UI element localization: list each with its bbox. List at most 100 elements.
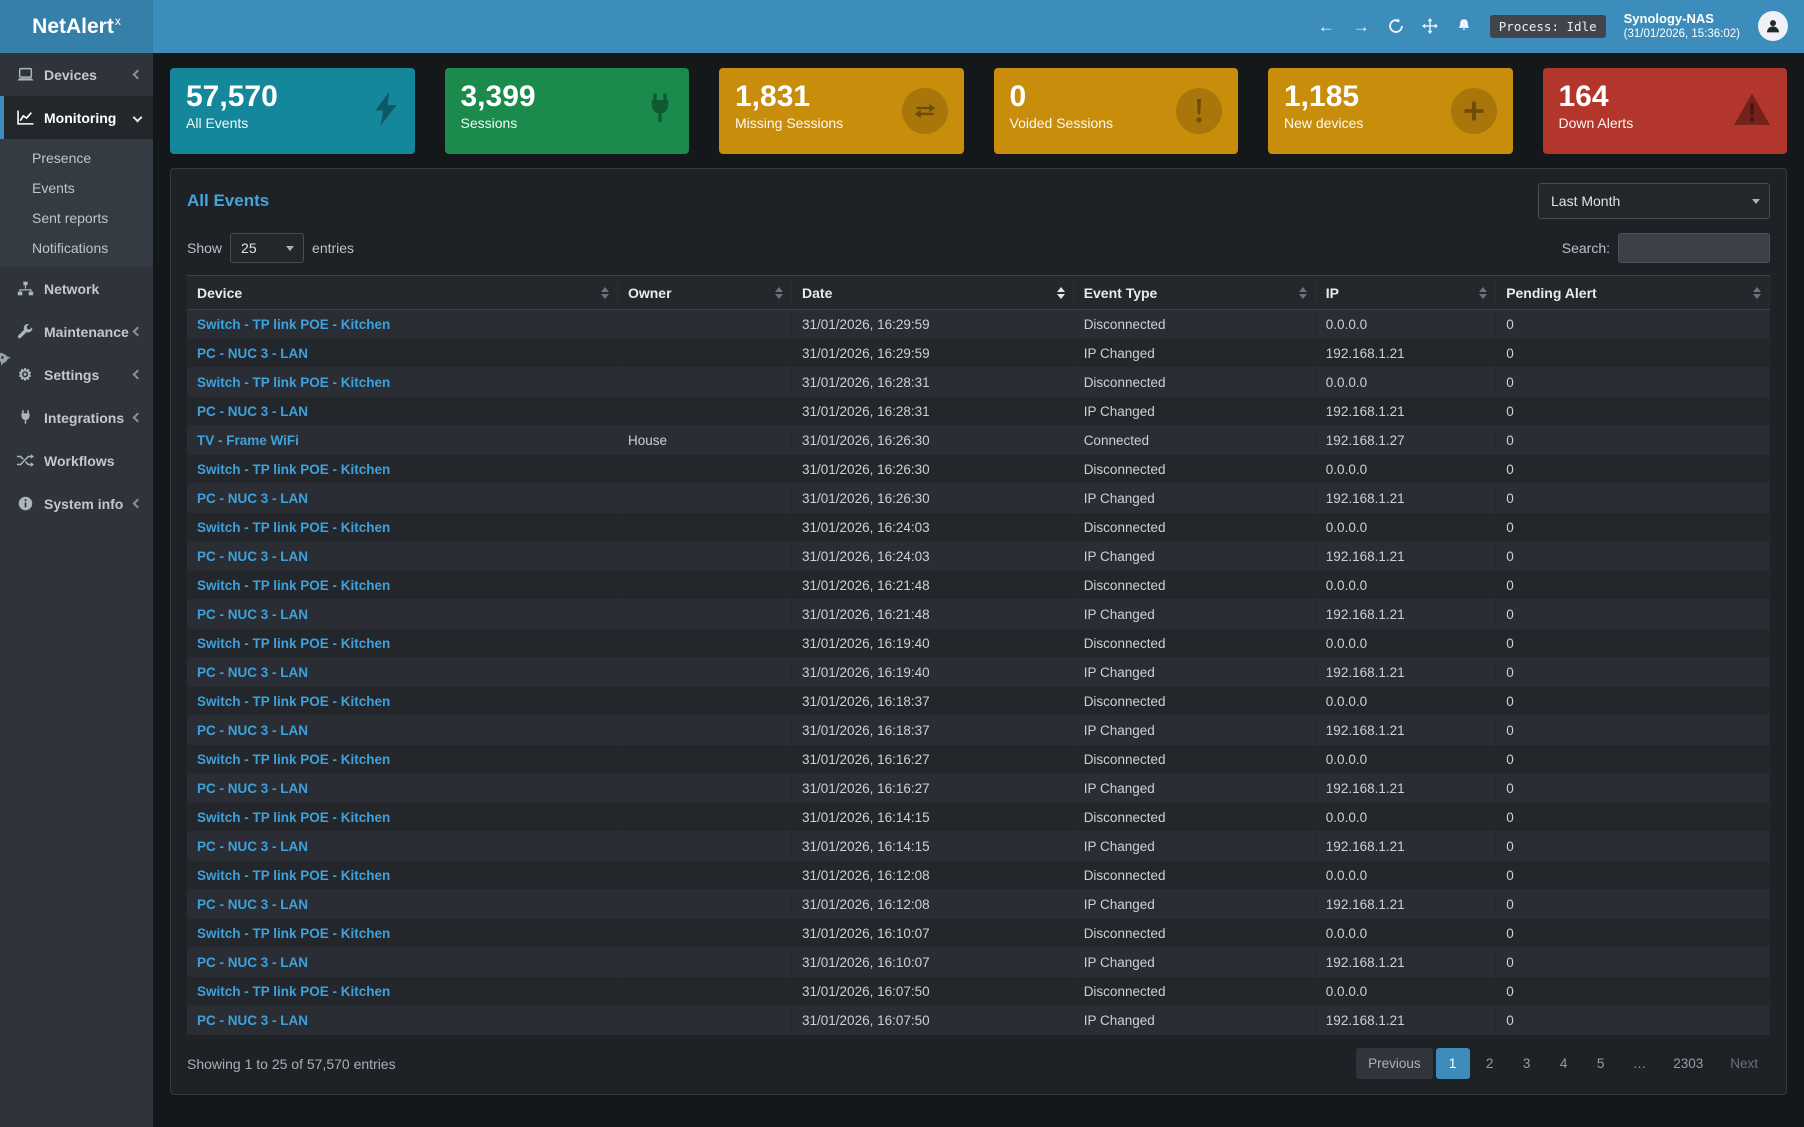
sidebar-item-monitoring[interactable]: Monitoring xyxy=(0,96,153,139)
column-header-event-type[interactable]: Event Type xyxy=(1073,276,1315,310)
pagination-page-5[interactable]: 5 xyxy=(1584,1048,1618,1079)
refresh-icon[interactable] xyxy=(1388,18,1404,34)
device-link[interactable]: Switch - TP link POE - Kitchen xyxy=(197,984,390,999)
sidebar-item-network[interactable]: Network xyxy=(0,267,153,310)
sidebar-subitem-notifications[interactable]: Notifications xyxy=(0,233,153,263)
plug-icon xyxy=(14,410,36,425)
table-row: PC - NUC 3 - LAN31/01/2026, 16:07:50IP C… xyxy=(187,1006,1770,1035)
device-link[interactable]: PC - NUC 3 - LAN xyxy=(197,404,308,419)
sidebar-item-workflows[interactable]: Workflows xyxy=(0,439,153,482)
device-cell: Switch - TP link POE - Kitchen xyxy=(187,803,617,832)
pagination-page-4[interactable]: 4 xyxy=(1547,1048,1581,1079)
move-icon[interactable] xyxy=(1422,18,1438,34)
owner-cell xyxy=(617,397,791,426)
pending-alert-cell: 0 xyxy=(1496,339,1770,368)
date-cell: 31/01/2026, 16:12:08 xyxy=(792,861,1074,890)
device-link[interactable]: Switch - TP link POE - Kitchen xyxy=(197,694,390,709)
pagination: Previous12345…2303Next xyxy=(1356,1048,1770,1079)
sidebar-toggle-button[interactable] xyxy=(169,18,177,36)
device-link[interactable]: PC - NUC 3 - LAN xyxy=(197,665,308,680)
events-table: Device Owner Date Event Type IP Pending … xyxy=(187,275,1770,1035)
ip-cell: 0.0.0.0 xyxy=(1315,861,1495,890)
device-link[interactable]: PC - NUC 3 - LAN xyxy=(197,346,308,361)
device-link[interactable]: Switch - TP link POE - Kitchen xyxy=(197,520,390,535)
user-icon xyxy=(1765,18,1781,34)
column-header-device[interactable]: Device xyxy=(187,276,617,310)
device-link[interactable]: PC - NUC 3 - LAN xyxy=(197,491,308,506)
search-input[interactable] xyxy=(1618,233,1770,263)
device-link[interactable]: PC - NUC 3 - LAN xyxy=(197,723,308,738)
process-status-badge[interactable]: Process: Idle xyxy=(1490,15,1606,38)
device-link[interactable]: Switch - TP link POE - Kitchen xyxy=(197,868,390,883)
pagination-page-1[interactable]: 1 xyxy=(1436,1048,1470,1079)
device-cell: Switch - TP link POE - Kitchen xyxy=(187,977,617,1006)
device-link[interactable]: Switch - TP link POE - Kitchen xyxy=(197,462,390,477)
sidebar-item-maintenance[interactable]: Maintenance xyxy=(0,310,153,353)
sidebar-subitem-sent-reports[interactable]: Sent reports xyxy=(0,203,153,233)
sidebar-subitem-presence[interactable]: Presence xyxy=(0,143,153,173)
device-link[interactable]: Switch - TP link POE - Kitchen xyxy=(197,317,390,332)
event-type-cell: IP Changed xyxy=(1073,948,1315,977)
back-icon[interactable]: ← xyxy=(1318,18,1335,35)
sidebar-item-integrations[interactable]: Integrations xyxy=(0,396,153,439)
device-cell: PC - NUC 3 - LAN xyxy=(187,397,617,426)
device-link[interactable]: PC - NUC 3 - LAN xyxy=(197,955,308,970)
column-header-date[interactable]: Date xyxy=(792,276,1074,310)
sidebar-subitem-events[interactable]: Events xyxy=(0,173,153,203)
card-new-devices[interactable]: 1,185 New devices xyxy=(1268,68,1513,154)
device-link[interactable]: Switch - TP link POE - Kitchen xyxy=(197,926,390,941)
event-type-cell: Disconnected xyxy=(1073,571,1315,600)
owner-cell xyxy=(617,832,791,861)
ip-cell: 0.0.0.0 xyxy=(1315,455,1495,484)
sidebar-item-label: Integrations xyxy=(44,410,124,426)
device-link[interactable]: Switch - TP link POE - Kitchen xyxy=(197,810,390,825)
ip-cell: 192.168.1.21 xyxy=(1315,1006,1495,1035)
column-header-ip[interactable]: IP xyxy=(1315,276,1495,310)
card-sessions[interactable]: 3,399 Sessions xyxy=(445,68,690,154)
column-header-pending-alert[interactable]: Pending Alert xyxy=(1496,276,1770,310)
device-link[interactable]: Switch - TP link POE - Kitchen xyxy=(197,636,390,651)
owner-cell xyxy=(617,716,791,745)
sidebar-item-devices[interactable]: Devices xyxy=(0,53,153,96)
pagination-previous-button[interactable]: Previous xyxy=(1356,1048,1433,1079)
device-link[interactable]: TV - Frame WiFi xyxy=(197,433,299,448)
sidebar-item-system-info[interactable]: System info xyxy=(0,482,153,525)
page-length-control: Show 25 entries xyxy=(187,233,354,263)
pagination-page-2303[interactable]: 2303 xyxy=(1661,1048,1715,1079)
pagination-page-3[interactable]: 3 xyxy=(1510,1048,1544,1079)
device-link[interactable]: Switch - TP link POE - Kitchen xyxy=(197,375,390,390)
pending-alert-cell: 0 xyxy=(1496,716,1770,745)
device-link[interactable]: PC - NUC 3 - LAN xyxy=(197,607,308,622)
device-link[interactable]: Switch - TP link POE - Kitchen xyxy=(197,578,390,593)
device-cell: Switch - TP link POE - Kitchen xyxy=(187,745,617,774)
event-type-cell: Disconnected xyxy=(1073,455,1315,484)
device-link[interactable]: PC - NUC 3 - LAN xyxy=(197,549,308,564)
search-control: Search: xyxy=(1562,233,1770,263)
forward-icon[interactable]: → xyxy=(1353,18,1370,35)
app-logo[interactable]: NetAlertx xyxy=(0,0,153,53)
card-all-events[interactable]: 57,570 All Events xyxy=(170,68,415,154)
column-header-owner[interactable]: Owner xyxy=(617,276,791,310)
bell-icon[interactable] xyxy=(1456,18,1472,34)
pagination-next-button[interactable]: Next xyxy=(1718,1048,1770,1079)
device-link[interactable]: PC - NUC 3 - LAN xyxy=(197,839,308,854)
device-link[interactable]: PC - NUC 3 - LAN xyxy=(197,897,308,912)
date-cell: 31/01/2026, 16:29:59 xyxy=(792,339,1074,368)
card-voided-sessions[interactable]: 0 Voided Sessions xyxy=(994,68,1239,154)
pagination-page-2[interactable]: 2 xyxy=(1473,1048,1507,1079)
sidebar-item-settings[interactable]: ⚙ Settings xyxy=(0,353,153,396)
owner-cell xyxy=(617,803,791,832)
pending-alert-cell: 0 xyxy=(1496,687,1770,716)
page-length-select[interactable]: 25 xyxy=(230,233,304,263)
pending-alert-cell: 0 xyxy=(1496,977,1770,1006)
period-select[interactable]: Last Month xyxy=(1538,183,1770,219)
device-link[interactable]: Switch - TP link POE - Kitchen xyxy=(197,752,390,767)
card-missing-sessions[interactable]: 1,831 Missing Sessions xyxy=(719,68,964,154)
card-down-alerts[interactable]: 164 Down Alerts xyxy=(1543,68,1788,154)
ip-cell: 192.168.1.21 xyxy=(1315,716,1495,745)
date-cell: 31/01/2026, 16:24:03 xyxy=(792,513,1074,542)
device-link[interactable]: PC - NUC 3 - LAN xyxy=(197,781,308,796)
user-avatar[interactable] xyxy=(1758,11,1788,41)
device-link[interactable]: PC - NUC 3 - LAN xyxy=(197,1013,308,1028)
date-cell: 31/01/2026, 16:07:50 xyxy=(792,1006,1074,1035)
